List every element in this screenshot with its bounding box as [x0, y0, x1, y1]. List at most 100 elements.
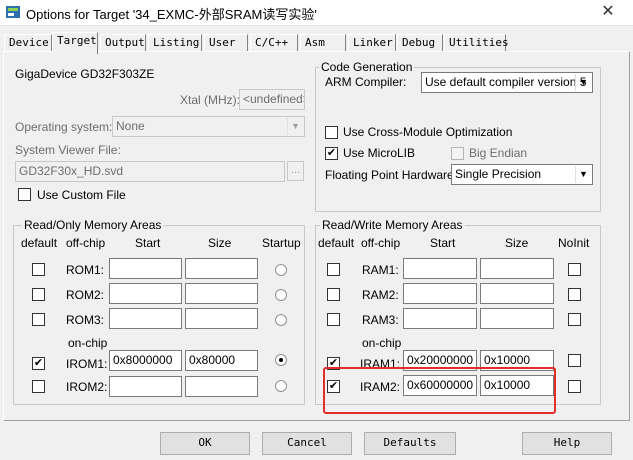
big-endian-label: Big Endian	[469, 146, 528, 160]
chevron-down-icon: ▼	[575, 74, 591, 91]
tab-strip: Device Target Output Listing User C/C++ …	[0, 32, 633, 54]
arm-compiler-select[interactable]: Use default compiler version 5 ▼	[421, 72, 593, 93]
big-endian-checkbox[interactable]	[451, 147, 464, 160]
ram2-start-input[interactable]	[403, 283, 477, 304]
rom1-default-checkbox[interactable]	[32, 263, 45, 276]
defaults-button[interactable]: Defaults	[364, 432, 456, 455]
iram1-noinit-checkbox[interactable]	[568, 354, 581, 367]
rom-col-offchip: off-chip	[66, 236, 106, 250]
microlib-label: Use MicroLIB	[343, 146, 416, 160]
svf-label: System Viewer File:	[15, 143, 121, 157]
rom-col-start: Start	[135, 236, 161, 250]
rom3-startup-radio[interactable]	[275, 314, 287, 326]
cross-module-label: Use Cross-Module Optimization	[343, 125, 513, 139]
ram-col-size: Size	[505, 236, 529, 250]
ram1-size-input[interactable]	[480, 258, 554, 279]
rom1-size-input[interactable]	[185, 258, 258, 279]
ram2-default-checkbox[interactable]	[327, 288, 340, 301]
rom1-startup-radio[interactable]	[275, 264, 287, 276]
ram1-label: RAM1:	[362, 263, 399, 277]
rom2-size-input[interactable]	[185, 283, 258, 304]
code-generation-title: Code Generation	[319, 60, 415, 74]
xtal-label: Xtal (MHz):	[180, 93, 240, 107]
rom3-default-checkbox[interactable]	[32, 313, 45, 326]
ram-col-start: Start	[430, 236, 456, 250]
ram1-noinit-checkbox[interactable]	[568, 263, 581, 276]
rom-group-title: Read/Only Memory Areas	[22, 218, 164, 232]
irom2-startup-radio[interactable]	[275, 380, 287, 392]
irom1-default-checkbox[interactable]: ✔	[32, 357, 45, 370]
ram2-size-input[interactable]	[480, 283, 554, 304]
irom2-label: IROM2:	[66, 380, 108, 394]
chevron-down-icon: ▼	[575, 166, 591, 183]
ram3-noinit-checkbox[interactable]	[568, 313, 581, 326]
os-label: Operating system:	[15, 120, 113, 134]
tab-c-cpp[interactable]: C/C++	[250, 34, 298, 52]
tab-output[interactable]: Output	[100, 34, 146, 52]
cancel-button[interactable]: Cancel	[262, 432, 352, 455]
ram-col-noinit: NoInit	[558, 236, 590, 250]
chevron-down-icon: ▼	[287, 118, 303, 135]
arm-compiler-value: Use default compiler version 5	[425, 75, 587, 89]
os-select[interactable]: None ▼	[112, 116, 305, 137]
use-custom-file-checkbox[interactable]	[18, 188, 31, 201]
xtal-input[interactable]: <undefined>	[239, 89, 305, 110]
title-bar: Options for Target '34_EXMC-外部SRAM读写实验' …	[0, 0, 633, 26]
ram-col-default: default	[318, 236, 355, 250]
keil-app-icon	[6, 6, 20, 18]
arm-compiler-label: ARM Compiler:	[325, 75, 407, 89]
os-select-value: None	[116, 119, 145, 133]
irom1-startup-radio[interactable]	[275, 354, 287, 366]
rom3-size-input[interactable]	[185, 308, 258, 329]
ram1-start-input[interactable]	[403, 258, 477, 279]
microlib-checkbox[interactable]: ✔	[325, 147, 338, 160]
tab-linker[interactable]: Linker	[348, 34, 396, 52]
ram3-size-input[interactable]	[480, 308, 554, 329]
ram2-noinit-checkbox[interactable]	[568, 288, 581, 301]
irom1-start-input[interactable]: 0x8000000	[109, 350, 182, 371]
iram2-highlight-annotation	[323, 367, 556, 414]
rom-onchip-label: on-chip	[68, 336, 108, 350]
tab-asm[interactable]: Asm	[300, 34, 346, 52]
irom1-size-input[interactable]: 0x80000	[185, 350, 258, 371]
ram-group-title: Read/Write Memory Areas	[320, 218, 465, 232]
ram3-default-checkbox[interactable]	[327, 313, 340, 326]
ram1-default-checkbox[interactable]	[327, 263, 340, 276]
rom2-default-checkbox[interactable]	[32, 288, 45, 301]
check-icon: ✔	[326, 147, 337, 159]
tab-listing[interactable]: Listing	[148, 34, 202, 52]
fpu-label: Floating Point Hardware:	[325, 168, 458, 182]
rom1-start-input[interactable]	[109, 258, 182, 279]
tab-utilities[interactable]: Utilities	[444, 34, 509, 52]
rom-col-size: Size	[208, 236, 232, 250]
svf-input[interactable]: GD32F30x_HD.svd	[15, 161, 285, 182]
rom2-startup-radio[interactable]	[275, 289, 287, 301]
use-custom-file-label: Use Custom File	[37, 188, 126, 202]
close-icon[interactable]: ✕	[590, 0, 626, 24]
tab-user[interactable]: User	[204, 34, 248, 52]
rom2-start-input[interactable]	[109, 283, 182, 304]
irom2-start-input[interactable]	[109, 376, 182, 397]
rom3-label: ROM3:	[66, 313, 105, 327]
cross-module-checkbox[interactable]	[325, 126, 338, 139]
ram2-label: RAM2:	[362, 288, 399, 302]
iram2-noinit-checkbox[interactable]	[568, 380, 581, 393]
ram-onchip-label: on-chip	[362, 336, 402, 350]
irom2-size-input[interactable]	[185, 376, 258, 397]
svf-browse-button[interactable]: ...	[287, 161, 304, 181]
rom3-start-input[interactable]	[109, 308, 182, 329]
ram3-start-input[interactable]	[403, 308, 477, 329]
tab-target[interactable]: Target	[52, 32, 98, 54]
tab-debug[interactable]: Debug	[397, 34, 443, 52]
ok-button[interactable]: OK	[160, 432, 250, 455]
fpu-value: Single Precision	[455, 167, 542, 181]
rom2-label: ROM2:	[66, 288, 105, 302]
ram-col-offchip: off-chip	[361, 236, 401, 250]
help-button[interactable]: Help	[522, 432, 612, 455]
irom1-label: IROM1:	[66, 357, 108, 371]
ram3-label: RAM3:	[362, 313, 399, 327]
fpu-select[interactable]: Single Precision ▼	[451, 164, 593, 185]
rom-col-startup: Startup	[262, 236, 301, 250]
irom2-default-checkbox[interactable]	[32, 380, 45, 393]
tab-device[interactable]: Device	[4, 34, 52, 52]
